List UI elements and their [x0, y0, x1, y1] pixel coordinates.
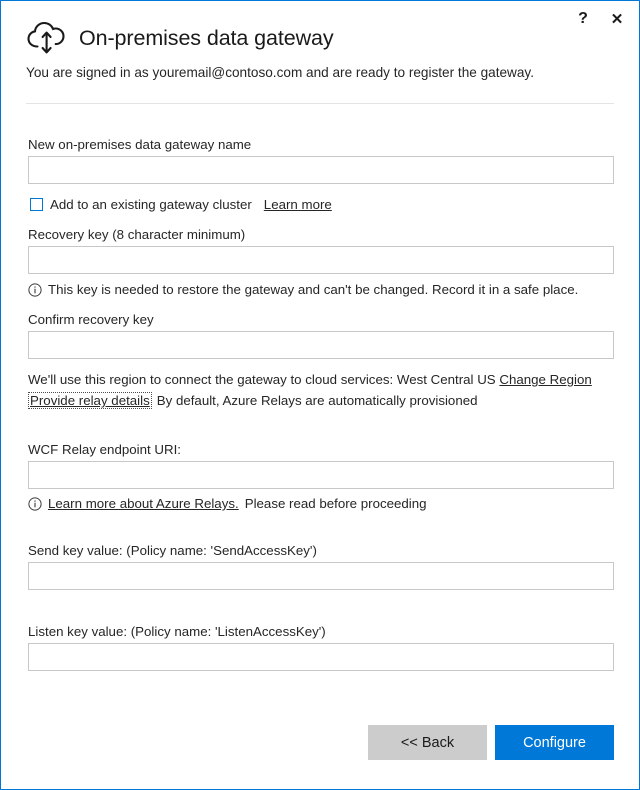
- page-title: On-premises data gateway: [79, 25, 334, 50]
- configure-button[interactable]: Configure: [495, 725, 614, 760]
- help-icon[interactable]: ?: [573, 9, 593, 29]
- provide-relay-details-focus-ring: Provide relay details: [28, 392, 152, 409]
- relay-details-text: By default, Azure Relays are automatical…: [156, 393, 478, 408]
- cluster-checkbox[interactable]: [30, 198, 43, 211]
- recovery-key-helper: This key is needed to restore the gatewa…: [28, 282, 578, 297]
- info-icon: [28, 282, 42, 297]
- provide-relay-details-link[interactable]: Provide relay details: [30, 393, 150, 408]
- listen-key-label: Listen key value: (Policy name: 'ListenA…: [28, 624, 326, 639]
- gateway-name-input[interactable]: [28, 156, 614, 184]
- signed-in-status: You are signed in as youremail@contoso.c…: [26, 65, 534, 80]
- azure-relays-learn-more-link[interactable]: Learn more about Azure Relays.: [48, 496, 239, 511]
- listen-key-input[interactable]: [28, 643, 614, 671]
- cloud-upload-download-icon: [26, 21, 68, 55]
- recovery-key-label: Recovery key (8 character minimum): [28, 227, 246, 242]
- cluster-checkbox-label: Add to an existing gateway cluster: [50, 197, 252, 212]
- confirm-recovery-key-input[interactable]: [28, 331, 614, 359]
- recovery-key-input[interactable]: [28, 246, 614, 274]
- wcf-relay-helper-text: Please read before proceeding: [244, 496, 427, 511]
- wcf-relay-uri-label: WCF Relay endpoint URI:: [28, 442, 181, 457]
- info-icon: [28, 496, 42, 511]
- region-row: We'll use this region to connect the gat…: [28, 372, 592, 387]
- close-icon[interactable]: ✕: [607, 9, 627, 29]
- gateway-configuration-window: ? ✕ On-premises data gateway You are sig…: [0, 0, 640, 790]
- region-text: We'll use this region to connect the gat…: [28, 372, 496, 387]
- confirm-recovery-key-label: Confirm recovery key: [28, 312, 154, 327]
- cluster-checkbox-row: Add to an existing gateway cluster Learn…: [30, 197, 332, 212]
- relay-details-row: Provide relay details By default, Azure …: [28, 392, 478, 409]
- send-key-label: Send key value: (Policy name: 'SendAcces…: [28, 543, 317, 558]
- wcf-relay-helper: Learn more about Azure Relays. Please re…: [28, 496, 427, 511]
- back-button[interactable]: << Back: [368, 725, 487, 760]
- send-key-input[interactable]: [28, 562, 614, 590]
- header-divider: [26, 103, 614, 104]
- cluster-learn-more-link[interactable]: Learn more: [264, 197, 332, 212]
- wcf-relay-uri-input[interactable]: [28, 461, 614, 489]
- recovery-key-helper-text: This key is needed to restore the gatewa…: [48, 282, 579, 297]
- app-header: On-premises data gateway: [26, 21, 334, 55]
- change-region-link[interactable]: Change Region: [499, 372, 591, 387]
- titlebar-controls: ? ✕: [573, 9, 627, 29]
- gateway-name-label: New on-premises data gateway name: [28, 137, 252, 152]
